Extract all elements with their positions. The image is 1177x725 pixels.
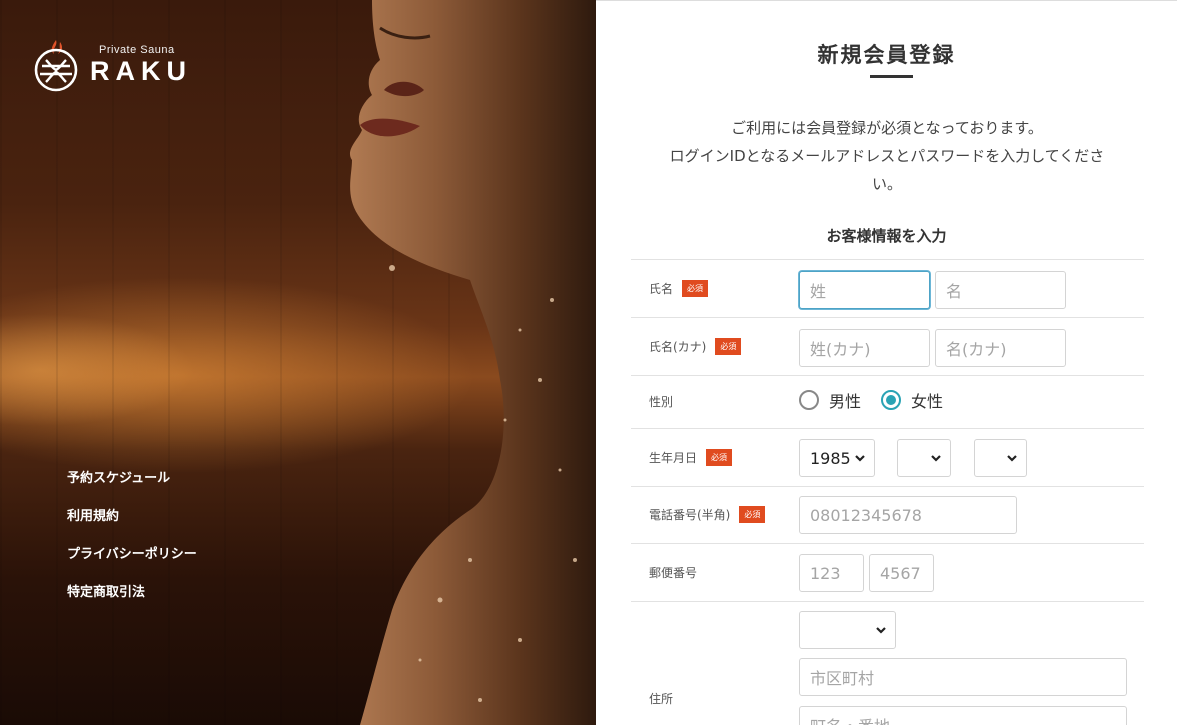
- postal-code-second-input[interactable]: 4567: [869, 554, 934, 592]
- street-input[interactable]: 町名・番地: [799, 706, 1127, 725]
- hero-image: Private Sauna RAKU 予約スケジュール 利用規約 プライバシーポ…: [0, 0, 596, 725]
- first-name-input[interactable]: 名: [935, 271, 1066, 309]
- intro-line-1: ご利用には会員登録が必須となっております。: [731, 119, 1043, 137]
- city-input[interactable]: 市区町村: [799, 658, 1127, 696]
- birth-year-select[interactable]: 1985: [799, 439, 875, 477]
- birth-month-select[interactable]: [897, 439, 951, 477]
- brand-name: RAKU: [90, 56, 192, 86]
- required-badge: 必須: [739, 506, 766, 523]
- address-label: 住所: [649, 692, 674, 706]
- birthdate-row: 生年月日 必須 1985: [631, 428, 1144, 486]
- nav-terms[interactable]: 利用規約: [67, 506, 197, 544]
- birth-year-value: 1985: [810, 448, 851, 468]
- address-row: 住所 市区町村 町名・番地: [631, 601, 1144, 725]
- name-label: 氏名: [649, 282, 674, 296]
- title-underline: [870, 75, 913, 78]
- chevron-down-icon: [1007, 455, 1017, 462]
- gender-label: 性別: [649, 395, 674, 409]
- postal-row: 郵便番号 123 4567: [631, 543, 1144, 601]
- postal-code-first-input[interactable]: 123: [799, 554, 864, 592]
- chevron-down-icon: [931, 455, 941, 462]
- nav-commercial-law[interactable]: 特定商取引法: [67, 582, 197, 620]
- sauna-logo-icon: [34, 40, 78, 92]
- gender-option-female[interactable]: 女性: [881, 388, 943, 412]
- intro-line-2: ログインIDとなるメールアドレスとパスワードを入力してくださ: [669, 147, 1105, 165]
- gender-female-label: 女性: [911, 392, 944, 411]
- intro-text: ご利用には会員登録が必須となっております。 ログインIDとなるメールアドレスとパ…: [632, 114, 1142, 198]
- gender-radio-group: 男性 女性: [799, 388, 963, 412]
- prefecture-select[interactable]: [799, 611, 896, 649]
- chevron-down-icon: [855, 455, 865, 462]
- radio-unchecked-icon[interactable]: [799, 390, 819, 410]
- required-badge: 必須: [682, 280, 709, 297]
- last-name-kana-input[interactable]: 姓(カナ): [799, 329, 930, 367]
- last-name-input[interactable]: 姓: [799, 271, 930, 309]
- birthdate-label: 生年月日: [649, 451, 698, 465]
- section-heading: お客様情報を入力: [826, 227, 947, 245]
- nav-privacy-policy[interactable]: プライバシーポリシー: [67, 544, 197, 582]
- gender-male-label: 男性: [829, 392, 862, 411]
- phone-input[interactable]: 08012345678: [799, 496, 1017, 534]
- gender-row: 性別 男性 女性: [631, 375, 1144, 428]
- birth-day-select[interactable]: [974, 439, 1027, 477]
- kana-row: 氏名(カナ) 必須 姓(カナ) 名(カナ): [631, 317, 1144, 375]
- radio-checked-icon[interactable]: [881, 390, 902, 410]
- postal-label: 郵便番号: [649, 566, 698, 580]
- page-title: 新規会員登録: [817, 43, 956, 67]
- kana-label: 氏名(カナ): [649, 340, 707, 354]
- intro-line-3: い。: [871, 175, 902, 193]
- phone-label: 電話番号(半角): [649, 508, 731, 522]
- phone-row: 電話番号(半角) 必須 08012345678: [631, 486, 1144, 543]
- required-badge: 必須: [715, 338, 742, 355]
- registration-panel: 新規会員登録 ご利用には会員登録が必須となっております。 ログインIDとなるメー…: [596, 0, 1177, 725]
- nav-reservation-schedule[interactable]: 予約スケジュール: [67, 468, 197, 506]
- name-row: 氏名 必須 姓 名: [631, 259, 1144, 317]
- brand-subtitle: Private Sauna: [99, 44, 175, 56]
- footer-nav: 予約スケジュール 利用規約 プライバシーポリシー 特定商取引法: [67, 468, 197, 620]
- brand-logo[interactable]: Private Sauna RAKU: [32, 38, 192, 92]
- chevron-down-icon: [876, 627, 886, 634]
- gender-option-male[interactable]: 男性: [799, 388, 861, 412]
- first-name-kana-input[interactable]: 名(カナ): [935, 329, 1066, 367]
- required-badge: 必須: [706, 449, 733, 466]
